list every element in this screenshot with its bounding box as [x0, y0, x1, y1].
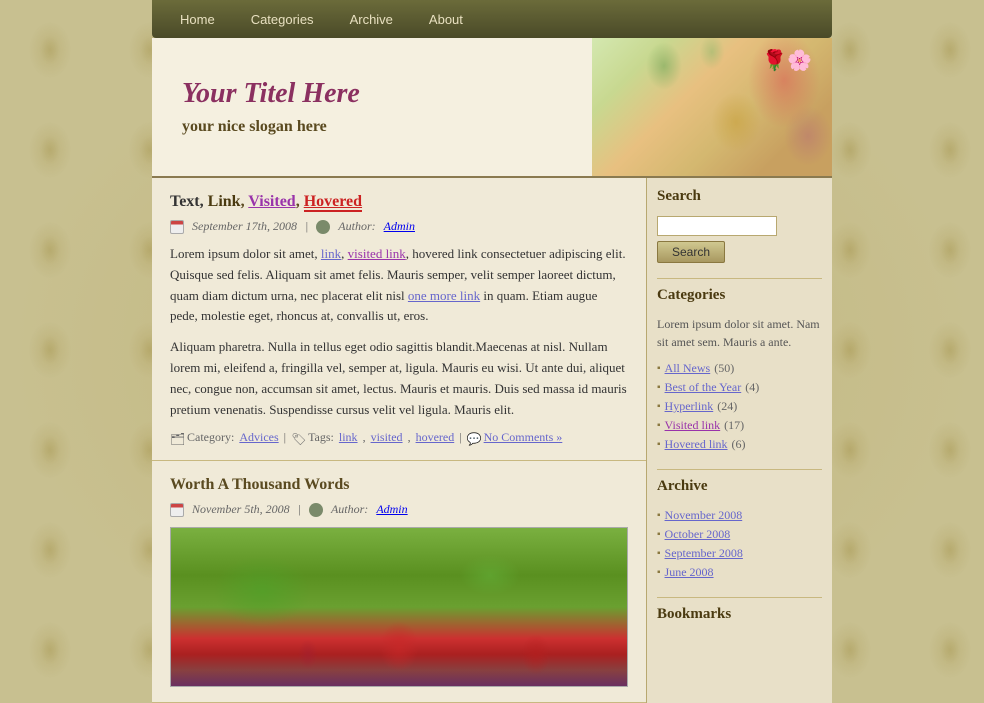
archive-oct-2008: October 2008 — [657, 525, 822, 544]
post-1-para1: Lorem ipsum dolor sit amet, link, visite… — [170, 244, 628, 327]
post-1-para2: Aliquam pharetra. Nulla in tellus eget o… — [170, 337, 628, 420]
archive-nov-2008: November 2008 — [657, 506, 822, 525]
post-1-author-link[interactable]: Admin — [384, 219, 415, 234]
post-2: Worth A Thousand Words November 5th, 200… — [152, 461, 646, 703]
count-hyperlink: (24) — [717, 399, 737, 414]
post-2-image — [170, 527, 628, 687]
calendar-icon — [170, 220, 184, 234]
category-hyperlink[interactable]: Hyperlink — [665, 399, 714, 414]
sidebar-search-title: Search — [657, 188, 822, 208]
list-item-hyperlink: Hyperlink (24) — [657, 397, 822, 416]
list-item-all-news: All News (50) — [657, 359, 822, 378]
sidebar-archive-section: Archive November 2008 October 2008 Septe… — [657, 478, 822, 582]
count-all-news: (50) — [714, 361, 734, 376]
category-icon: 🗂 — [170, 432, 182, 444]
category-visited[interactable]: Visited link — [665, 418, 721, 433]
site-header: Your Titel Here your nice slogan here 🌹🌸 — [152, 38, 832, 178]
author-icon — [316, 220, 330, 234]
category-link[interactable]: Advices — [239, 430, 278, 445]
post-1-title: Text, Link, Visited, Hovered — [170, 193, 628, 211]
tag-link-2[interactable]: visited — [371, 430, 403, 445]
tag-link-3[interactable]: hovered — [416, 430, 455, 445]
inline-visited-link[interactable]: visited link — [348, 246, 406, 261]
archive-link-sep2008[interactable]: September 2008 — [665, 546, 743, 561]
sidebar-bookmarks-section: Bookmarks — [657, 606, 822, 626]
post-1-date: September 17th, 2008 — [192, 219, 297, 234]
post-1-meta: September 17th, 2008 | Author: Admin — [170, 219, 628, 234]
category-hovered[interactable]: Hovered link — [665, 437, 728, 452]
post-2-meta: November 5th, 2008 | Author: Admin — [170, 502, 628, 517]
sidebar-categories-title: Categories — [657, 287, 822, 307]
category-best[interactable]: Best of the Year — [665, 380, 742, 395]
post-title-visited: Visited — [248, 193, 295, 210]
sidebar-categories-list: All News (50) Best of the Year (4) Hyper… — [657, 359, 822, 454]
post-1-author-label: Author: — [338, 219, 375, 234]
nav-about[interactable]: About — [411, 12, 481, 27]
post-2-author-icon — [309, 503, 323, 517]
count-hovered: (6) — [732, 437, 746, 452]
post-2-author-link[interactable]: Admin — [376, 502, 407, 517]
sidebar-archive-title: Archive — [657, 478, 822, 498]
divider-1 — [657, 278, 822, 279]
archive-sep-2008: September 2008 — [657, 544, 822, 563]
search-input[interactable] — [657, 216, 777, 236]
footer-sep1: | — [284, 430, 286, 445]
sidebar-categories-desc: Lorem ipsum dolor sit amet. Nam sit amet… — [657, 315, 822, 351]
post-2-meta-sep: | — [298, 502, 301, 517]
list-item-visited: Visited link (17) — [657, 416, 822, 435]
post-title-text: Text, — [170, 193, 208, 210]
divider-2 — [657, 469, 822, 470]
post-2-title-link[interactable]: Worth A Thousand Words — [170, 476, 350, 493]
post-2-author-label: Author: — [331, 502, 368, 517]
header-text-area: Your Titel Here your nice slogan here — [152, 38, 592, 176]
post-title-link[interactable]: Link — [208, 193, 241, 210]
tags-label: Tags: — [308, 430, 334, 445]
site-slogan: your nice slogan here — [182, 118, 562, 136]
footer-sep2: | — [459, 430, 461, 445]
post-1-footer: 🗂 Category: Advices | 🏷 Tags: link, visi… — [170, 430, 628, 445]
divider-3 — [657, 597, 822, 598]
count-visited: (17) — [724, 418, 744, 433]
post-title-sep2: , — [296, 193, 304, 210]
count-best: (4) — [745, 380, 759, 395]
archive-link-nov2008[interactable]: November 2008 — [665, 508, 743, 523]
post-2-calendar-icon — [170, 503, 184, 517]
archive-link-oct2008[interactable]: October 2008 — [665, 527, 731, 542]
sidebar-bookmarks-title: Bookmarks — [657, 606, 822, 626]
search-button[interactable]: Search — [657, 241, 725, 263]
header-image: 🌹🌸 — [592, 38, 832, 178]
post-2-title: Worth A Thousand Words — [170, 476, 628, 494]
post-meta-sep: | — [305, 219, 308, 234]
site-title: Your Titel Here — [182, 78, 562, 110]
sidebar: Search Search Categories Lorem ipsum dol… — [647, 178, 832, 703]
list-item-best: Best of the Year (4) — [657, 378, 822, 397]
comment-icon: 💬 — [467, 432, 479, 444]
sidebar-archive-list: November 2008 October 2008 September 200… — [657, 506, 822, 582]
inline-link[interactable]: link — [321, 246, 341, 261]
category-all-news[interactable]: All News — [665, 361, 711, 376]
nav-archive[interactable]: Archive — [332, 12, 411, 27]
list-item-hovered: Hovered link (6) — [657, 435, 822, 454]
category-label: Category: — [187, 430, 234, 445]
sidebar-categories-section: Categories Lorem ipsum dolor sit amet. N… — [657, 287, 822, 454]
nav-categories[interactable]: Categories — [233, 12, 332, 27]
comments-link[interactable]: No Comments » — [484, 430, 563, 445]
tag-icon: 🏷 — [291, 432, 303, 444]
post-2-date: November 5th, 2008 — [192, 502, 290, 517]
nav-bar: Home Categories Archive About — [152, 0, 832, 38]
content-area: Text, Link, Visited, Hovered September 1… — [152, 178, 647, 703]
main-container: Text, Link, Visited, Hovered September 1… — [152, 178, 832, 703]
tag-link-1[interactable]: link — [339, 430, 358, 445]
nav-home[interactable]: Home — [162, 12, 233, 27]
bird-decoration: 🌹🌸 — [762, 48, 812, 73]
post-1: Text, Link, Visited, Hovered September 1… — [152, 178, 646, 461]
post-1-content: Lorem ipsum dolor sit amet, link, visite… — [170, 244, 628, 420]
sidebar-search-section: Search Search — [657, 188, 822, 263]
archive-jun-2008: June 2008 — [657, 563, 822, 582]
post-title-hovered: Hovered — [304, 193, 362, 212]
archive-link-jun2008[interactable]: June 2008 — [665, 565, 714, 580]
inline-more-link[interactable]: one more link — [408, 288, 480, 303]
